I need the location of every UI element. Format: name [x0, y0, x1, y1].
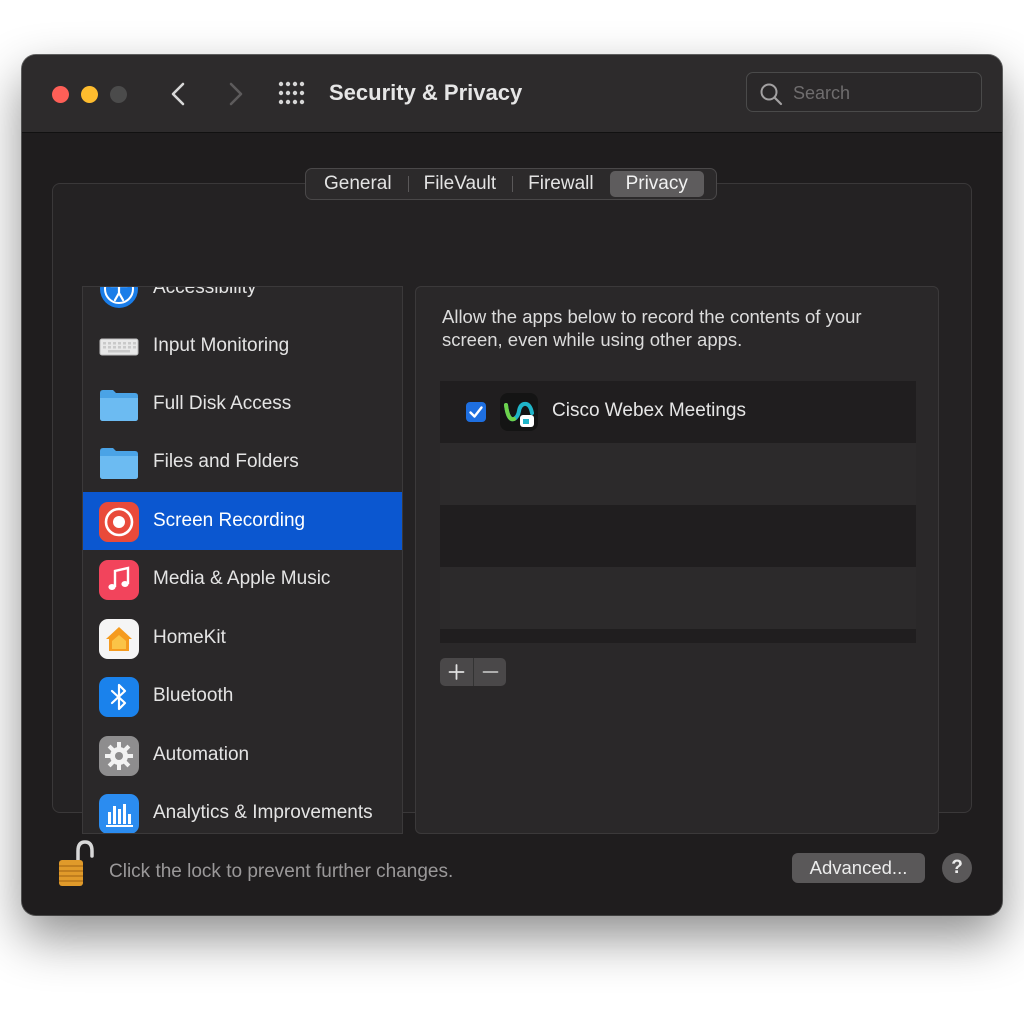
forward-button[interactable]: [218, 77, 252, 111]
sidebar-item-label: Media & Apple Music: [153, 568, 331, 589]
sidebar-item-label: Accessibility: [153, 286, 257, 298]
sidebar-item-label: Automation: [153, 744, 250, 765]
add-remove-control: [440, 658, 506, 686]
sidebar-item-accessibility[interactable]: Accessibility: [83, 286, 402, 317]
list-item: [440, 567, 916, 629]
sidebar-item-input-monitoring[interactable]: Input Monitoring: [83, 317, 402, 375]
webex-checkbox[interactable]: [466, 402, 486, 422]
folder-icon: [100, 390, 138, 421]
sidebar-item-label: Full Disk Access: [153, 393, 292, 414]
sidebar-item-homekit[interactable]: HomeKit: [83, 609, 402, 667]
app-row-webex[interactable]: Cisco Webex Meetings: [440, 381, 916, 443]
tab-filevault[interactable]: FileVault: [407, 171, 513, 197]
search-input[interactable]: [791, 79, 975, 107]
music-icon: [99, 560, 139, 600]
sidebar-item-label: HomeKit: [153, 627, 226, 648]
advanced-button[interactable]: Advanced...: [792, 853, 925, 883]
sidebar-item-full-disk-access[interactable]: Full Disk Access: [83, 375, 402, 433]
search-icon: [760, 83, 783, 106]
lock-status-text: Click the lock to prevent further change…: [109, 861, 454, 882]
list-item: [440, 443, 916, 505]
minus-icon: [482, 671, 499, 673]
webex-icon: [500, 393, 538, 431]
show-all-button[interactable]: [278, 81, 306, 105]
list-item: [440, 629, 916, 643]
sidebar-item-analytics-improvements[interactable]: Analytics & Improvements: [83, 784, 402, 833]
gear-icon: [99, 736, 139, 776]
app-name: Cisco Webex Meetings: [552, 400, 746, 421]
sidebar-item-automation[interactable]: Automation: [83, 726, 402, 784]
grid-icon: [278, 81, 305, 105]
bluetooth-icon: [99, 677, 139, 717]
sidebar-item-label: Files and Folders: [153, 451, 299, 472]
pane-description: Allow the apps below to record the conte…: [442, 306, 862, 350]
chevron-right-icon: [229, 82, 243, 106]
tab-privacy[interactable]: Privacy: [609, 171, 704, 197]
home-icon: [99, 619, 139, 659]
app-list[interactable]: Cisco Webex Meetings: [440, 381, 916, 643]
tab-general[interactable]: General: [308, 171, 408, 197]
minimize-window-button[interactable]: [81, 86, 98, 103]
title-bar: Security & Privacy: [22, 55, 1002, 133]
folder-icon: [100, 448, 138, 479]
close-window-button[interactable]: [52, 86, 69, 103]
screen-recording-icon: [99, 502, 139, 542]
privacy-category-list[interactable]: Accessibility Input Monitoring Full Disk…: [82, 286, 403, 834]
plus-icon: [448, 664, 465, 680]
back-button[interactable]: [162, 77, 196, 111]
content-area: General FileVault Firewall Privacy Acces…: [22, 133, 1002, 915]
remove-app-button[interactable]: [473, 658, 506, 686]
chevron-left-icon: [171, 82, 185, 106]
window-title: Security & Privacy: [329, 80, 523, 105]
sidebar-item-label: Bluetooth: [153, 685, 234, 706]
security-privacy-window: Security & Privacy General FileVault Fir…: [22, 55, 1002, 915]
lock-icon[interactable]: [56, 839, 96, 889]
add-app-button[interactable]: [440, 658, 473, 686]
zoom-window-button[interactable]: [110, 86, 127, 103]
sidebar-item-media-apple-music[interactable]: Media & Apple Music: [83, 550, 402, 608]
checkmark-icon: [469, 406, 483, 418]
keyboard-icon: [99, 338, 139, 356]
tab-firewall[interactable]: Firewall: [512, 171, 609, 197]
tab-bar: General FileVault Firewall Privacy: [305, 168, 717, 200]
sidebar-item-files-and-folders[interactable]: Files and Folders: [83, 433, 402, 491]
list-item: [440, 505, 916, 567]
search-field[interactable]: [746, 72, 982, 112]
sidebar-item-screen-recording[interactable]: Screen Recording: [83, 492, 402, 550]
sidebar-item-label: Screen Recording: [153, 510, 306, 531]
screen-recording-pane: Allow the apps below to record the conte…: [415, 286, 939, 834]
sidebar-item-label: Input Monitoring: [153, 335, 290, 356]
analytics-icon: [99, 794, 139, 833]
accessibility-icon: [100, 287, 138, 308]
help-button[interactable]: ?: [942, 853, 972, 883]
sidebar-item-bluetooth[interactable]: Bluetooth: [83, 667, 402, 725]
sidebar-item-label: Analytics & Improvements: [153, 802, 373, 823]
